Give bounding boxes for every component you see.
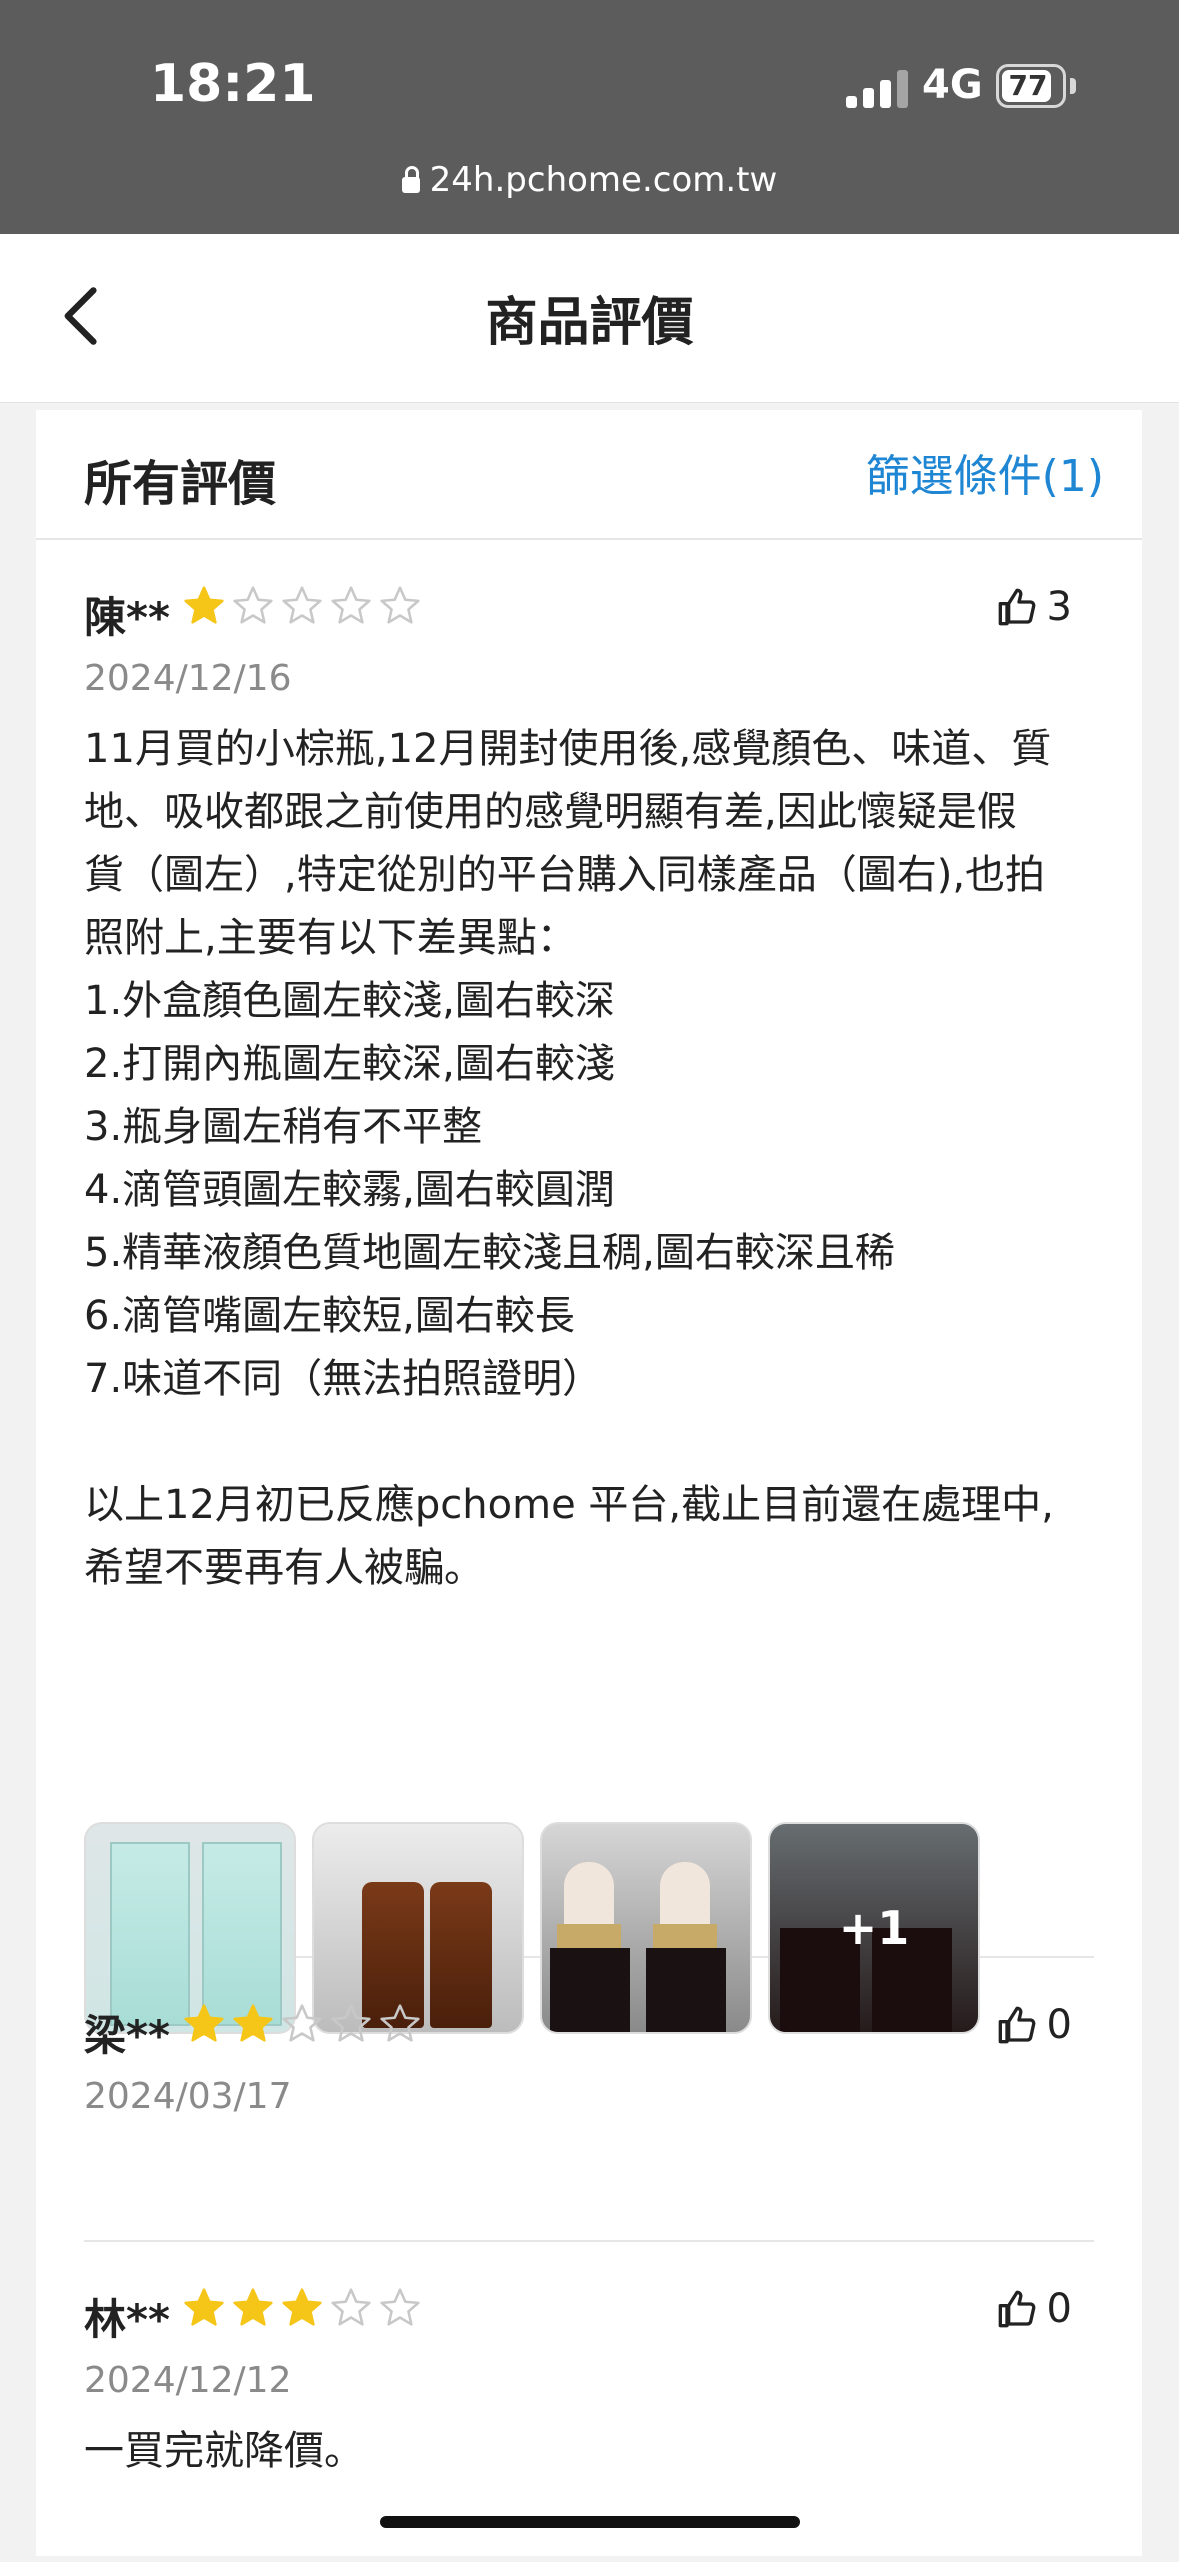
like-button[interactable]: 3 — [997, 584, 1072, 630]
battery-cap — [1070, 78, 1076, 94]
star-filled-icon — [184, 2004, 224, 2042]
star-empty-icon — [282, 2004, 322, 2042]
filter-button[interactable]: 篩選條件(1) — [866, 440, 1104, 504]
star-empty-icon — [331, 2288, 371, 2326]
thumbs-up-icon — [998, 2006, 1035, 2044]
star-filled-icon — [184, 586, 224, 624]
review-text: 11月買的小棕瓶,12月開封使用後,感覺顏色、味道、質 地、吸收都跟之前使用的感… — [84, 726, 1054, 1591]
star-empty-icon — [380, 2288, 420, 2326]
like-count: 0 — [1046, 2286, 1072, 2332]
star-filled-icon — [282, 2288, 322, 2326]
review-text: 一買完就降價。 — [84, 2428, 364, 2474]
review-item: 梁** 0 2024/03/17 — [84, 1958, 1094, 2242]
reviewer-name: 林** — [84, 2295, 170, 2344]
reviews-card: 所有評價 篩選條件(1) 陳** 3 2024/12/16 11月買的小棕瓶,1… — [36, 410, 1142, 2556]
star-rating — [182, 2286, 422, 2332]
thumbs-up-icon — [998, 2290, 1035, 2328]
lock-icon — [401, 166, 420, 193]
review-item: 陳** 3 2024/12/16 11月買的小棕瓶,12月開封使用後,感覺顏色、… — [84, 540, 1094, 2034]
review-date: 2024/12/16 — [84, 658, 292, 699]
battery-icon: 77 — [996, 64, 1066, 108]
star-rating — [182, 584, 422, 630]
reviewer-name: 梁** — [84, 2011, 170, 2060]
star-empty-icon — [380, 2004, 420, 2042]
like-count: 3 — [1046, 584, 1072, 630]
network-type: 4G — [922, 62, 983, 108]
star-filled-icon — [184, 2288, 224, 2326]
like-button[interactable]: 0 — [997, 2286, 1072, 2332]
star-empty-icon — [380, 586, 420, 624]
reviews-card-header: 所有評價 篩選條件(1) — [36, 410, 1142, 540]
review-date: 2024/03/17 — [84, 2076, 292, 2117]
star-rating — [182, 2002, 422, 2048]
page-title: 商品評價 — [485, 293, 694, 353]
home-indicator[interactable] — [380, 2516, 800, 2528]
star-empty-icon — [282, 586, 322, 624]
like-count: 0 — [1046, 2002, 1072, 2048]
url-domain: 24h.pchome.com.tw — [429, 160, 778, 200]
star-empty-icon — [331, 2004, 371, 2042]
browser-top-bar: 18:21 4G 77 24h.pchome.com.tw — [0, 0, 1179, 234]
thumbs-up-icon — [998, 588, 1035, 626]
star-empty-icon — [233, 586, 273, 624]
page-header: 商品評價 — [0, 234, 1179, 403]
like-button[interactable]: 0 — [997, 2002, 1072, 2048]
review-date: 2024/12/12 — [84, 2360, 292, 2401]
url-bar[interactable]: 24h.pchome.com.tw — [0, 160, 1179, 200]
all-reviews-label: 所有評價 — [84, 456, 277, 512]
cellular-signal-icon — [846, 70, 910, 108]
status-time: 18:21 — [150, 54, 316, 114]
star-filled-icon — [233, 2004, 273, 2042]
reviewer-name: 陳** — [84, 593, 170, 642]
battery-level: 77 — [1008, 69, 1048, 102]
star-empty-icon — [331, 586, 371, 624]
star-filled-icon — [233, 2288, 273, 2326]
review-item: 林** 0 2024/12/12 一買完就降價。 — [84, 2242, 1094, 2562]
